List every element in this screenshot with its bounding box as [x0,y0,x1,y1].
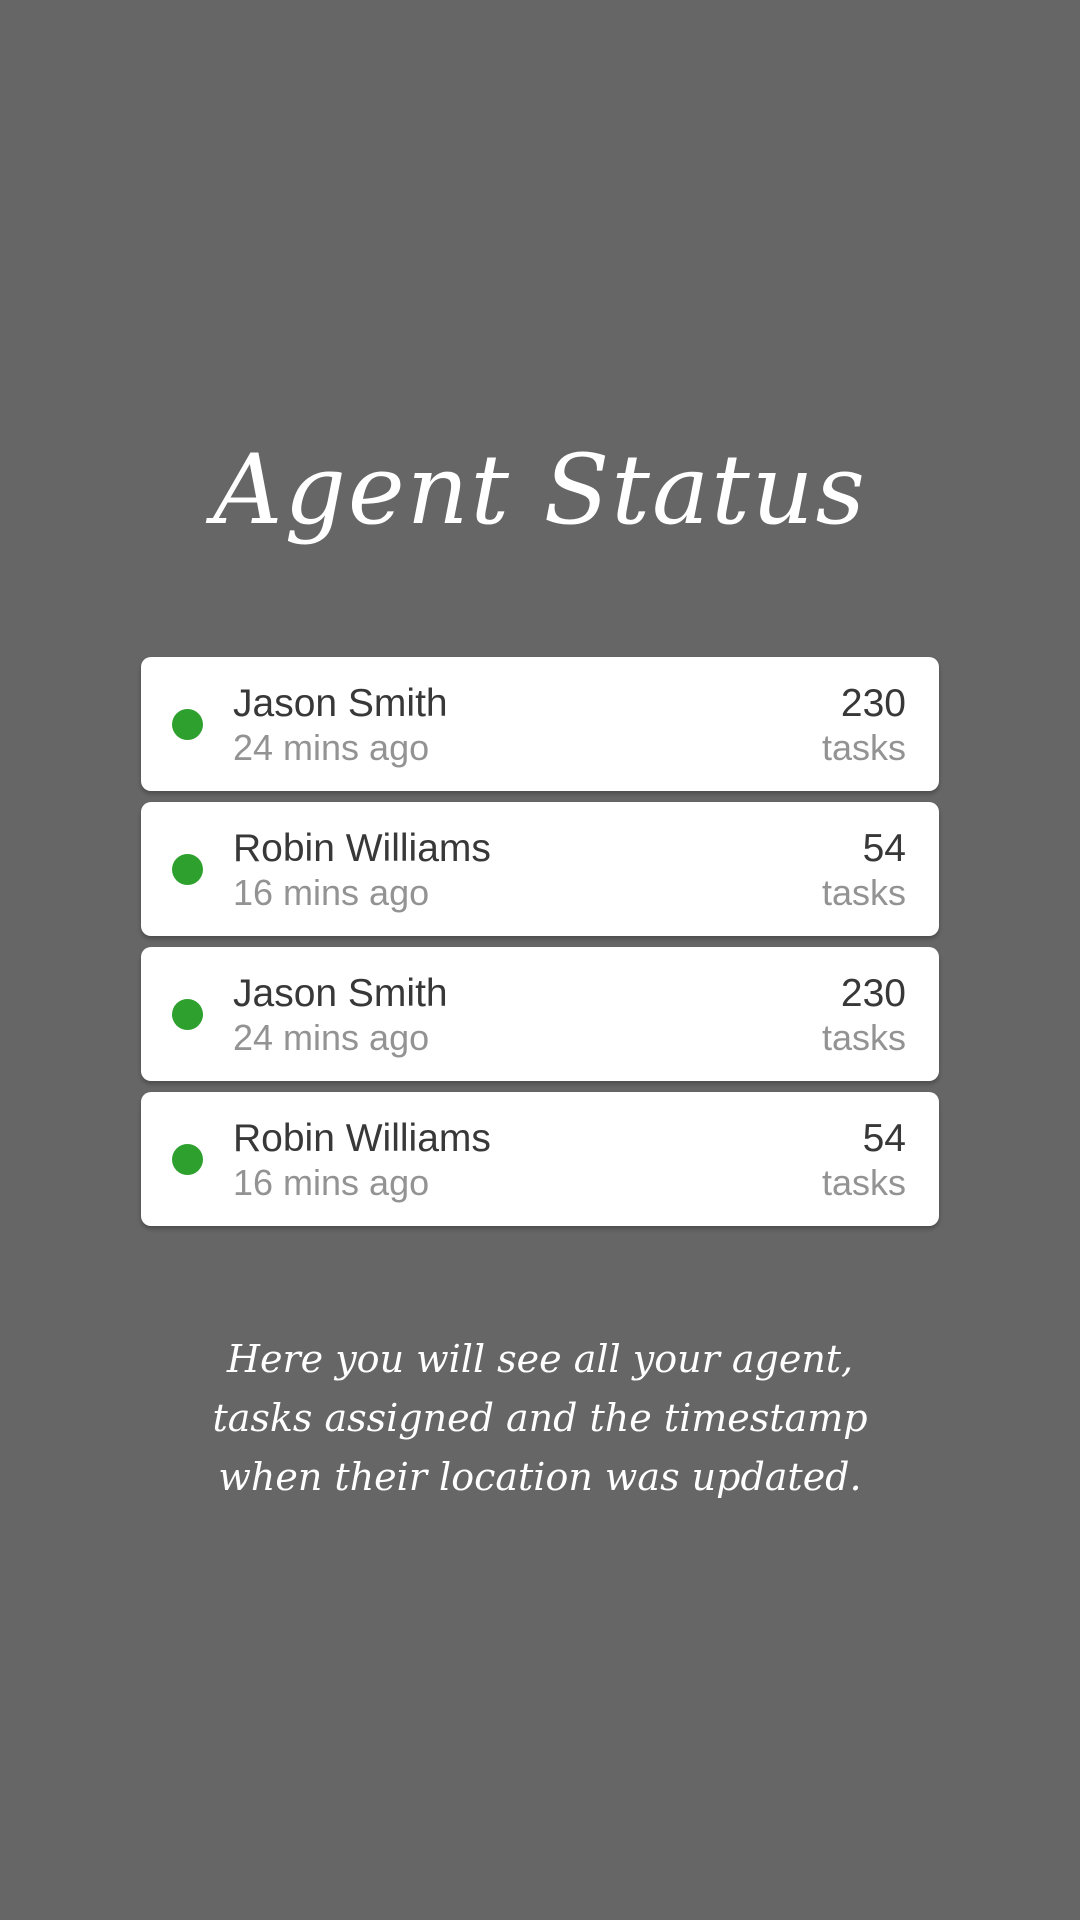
agent-name: Jason Smith [233,972,448,1015]
agent-last-update: 16 mins ago [233,1162,430,1203]
task-count: 230 [840,972,906,1015]
agent-last-update: 16 mins ago [233,872,430,913]
online-status-icon [172,1144,203,1175]
agent-last-update: 24 mins ago [233,727,430,768]
task-label: tasks [821,727,906,768]
task-count: 230 [840,682,906,725]
online-status-icon [172,709,203,740]
task-count: 54 [862,827,906,870]
agent-card[interactable]: Jason Smith 24 mins ago 230 tasks [141,947,939,1081]
task-label: tasks [821,872,906,913]
online-status-icon [172,854,203,885]
task-count: 54 [862,1117,906,1160]
task-label: tasks [821,1017,906,1058]
agent-card[interactable]: Robin Williams 16 mins ago 54 tasks [141,1092,939,1226]
online-status-icon [172,999,203,1030]
agent-card[interactable]: Jason Smith 24 mins ago 230 tasks [141,657,939,791]
description-text: Here you will see all your agent, tasks … [212,1337,868,1499]
agent-list: Jason Smith 24 mins ago 230 tasks Robin … [141,657,939,1237]
task-label: tasks [821,1162,906,1203]
agent-card[interactable]: Robin Williams 16 mins ago 54 tasks [141,802,939,936]
page-title: Agent Status [213,434,867,546]
agent-last-update: 24 mins ago [233,1017,430,1058]
agent-name: Robin Williams [233,1117,491,1160]
agent-name: Jason Smith [233,682,448,725]
agent-name: Robin Williams [233,827,491,870]
